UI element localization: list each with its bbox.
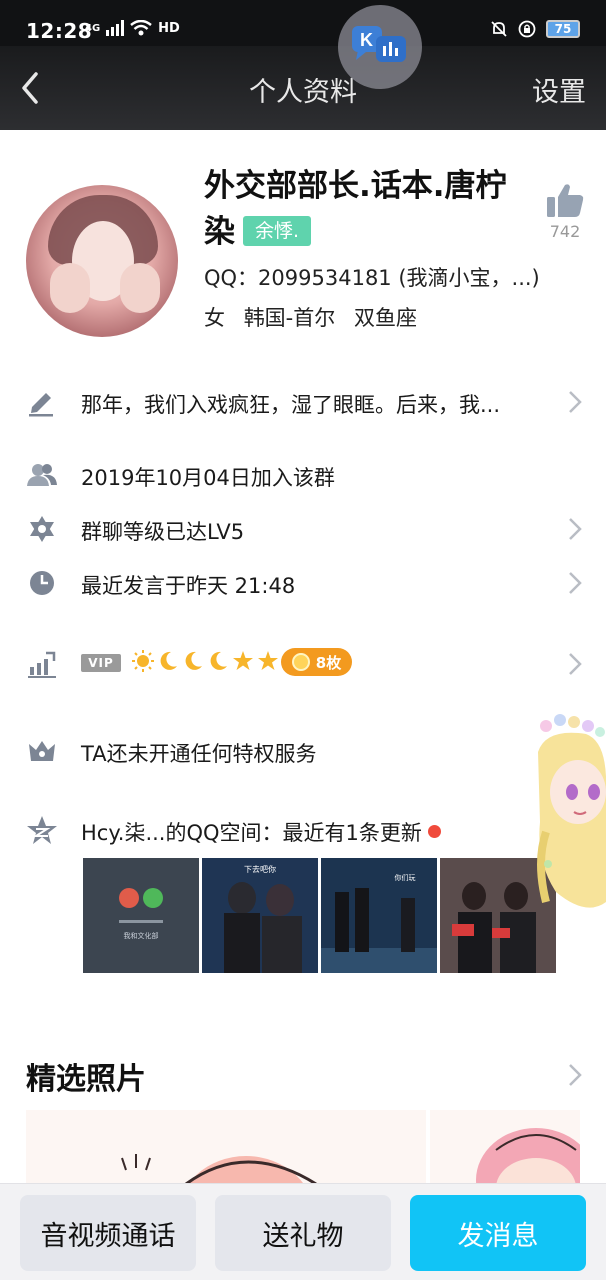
level-tag: 余悸. [243,216,312,246]
hd-label: HD [158,20,180,36]
qq-number: QQ：2099534181 (我滴小宝，...) [204,266,540,290]
signature-text: 那年，我们入戏疯狂，湿了眼眶。后来，我... [81,393,501,417]
star-icon [258,651,278,670]
thumb-caption: 你们玩 [395,873,416,882]
vip-level-row[interactable]: VIP 8枚 [0,637,606,691]
thumbs-up-icon[interactable] [546,182,584,218]
medal-count: 8枚 [315,653,342,672]
floating-assistant-icon[interactable]: K [338,5,422,89]
joined-row: 2019年10月04日加入该群 [0,448,606,502]
qq-level-icons [132,650,279,672]
chevron-right-icon [569,653,582,675]
anime-pendant-decoration [537,714,606,908]
medal-badge[interactable]: 8枚 [281,648,352,676]
featured-photos-title: 精选照片 [26,1062,146,1097]
chat-bubble-icon: K [352,26,406,62]
like-count: 742 [549,222,581,241]
qzone-thumbnail[interactable]: 我和文化部 [83,858,199,973]
send-gift-button[interactable]: 送礼物 [215,1195,391,1271]
gender: 女 [204,306,225,330]
profile-name-block: 外交部部长.话本.唐柠染 余悸. [204,163,534,255]
group-members-icon [27,464,57,486]
pencil-icon [29,393,53,417]
qzone-thumbnail[interactable]: 你们玩 [321,858,437,973]
network-label: 4G [85,22,101,34]
status-network-icons: 4G HD [85,20,180,36]
moon-icon [185,651,202,670]
av-call-button[interactable]: 音视频通话 [20,1195,196,1271]
qzone-text: Hcy.柒...的QQ空间：最近有1条更新 [81,817,441,847]
bottom-action-bar: 音视频通话 送礼物 发消息 [0,1183,606,1280]
chevron-right-icon [569,572,582,594]
thumb-caption: 下去吧你 [244,864,276,874]
thumb-caption: 我和文化部 [124,931,159,940]
group-level-text: 群聊等级已达LV5 [81,520,245,544]
chevron-right-icon [569,518,582,540]
last-speak-text: 最近发言于昨天 21:48 [81,574,296,598]
joined-date-text: 2019年10月04日加入该群 [81,466,335,490]
status-time: 12:28 [26,19,93,43]
svg-text:K: K [360,30,373,50]
status-right-icons: 75 [490,20,580,38]
vip-badge: VIP [81,654,121,672]
crown-icon [29,741,55,761]
moon-icon [160,651,177,670]
signature-row[interactable]: 那年，我们入戏疯狂，湿了眼眶。后来，我... [0,375,606,429]
avatar[interactable] [26,185,178,337]
status-bar: 12:28 4G HD 75 [0,0,606,46]
clock-icon [30,571,54,595]
qzone-update-text: Hcy.柒...的QQ空间：最近有1条更新 [81,821,422,845]
chart-growth-icon [28,651,56,678]
star-icon [233,651,253,670]
wifi-icon [130,20,152,36]
location: 韩国-首尔 [243,306,336,330]
featured-photo-strip[interactable] [26,1110,580,1186]
nav-bar: 个人资料 设置 [0,46,606,130]
last-speak-row[interactable]: 最近发言于昨天 21:48 [0,556,606,610]
zodiac: 双鱼座 [353,306,417,330]
group-level-row[interactable]: 群聊等级已达LV5 [0,502,606,556]
medal-icon [291,653,310,671]
star-of-david-icon [30,516,54,542]
send-message-button[interactable]: 发消息 [410,1195,586,1271]
chevron-right-icon[interactable] [568,1063,582,1087]
signal-icon [106,20,125,36]
lock-rotation-icon [518,20,536,38]
settings-button[interactable]: 设置 [532,70,586,109]
qzone-star-icon [27,816,57,844]
chevron-right-icon [569,391,582,413]
page-title: 个人资料 [249,77,357,108]
profile-info-line: 女 韩国-首尔 双鱼座 [204,302,429,332]
sun-icon [132,650,154,672]
qzone-thumbnails: 我和文化部 下去吧你 你们玩 [83,858,556,973]
new-update-dot [427,825,441,838]
privilege-text: TA还未开通任何特权服务 [81,742,317,766]
mute-bell-icon [491,21,507,37]
qzone-thumbnail[interactable]: 下去吧你 [202,858,318,973]
battery-icon: 75 [546,20,580,38]
moon-icon [210,651,227,670]
